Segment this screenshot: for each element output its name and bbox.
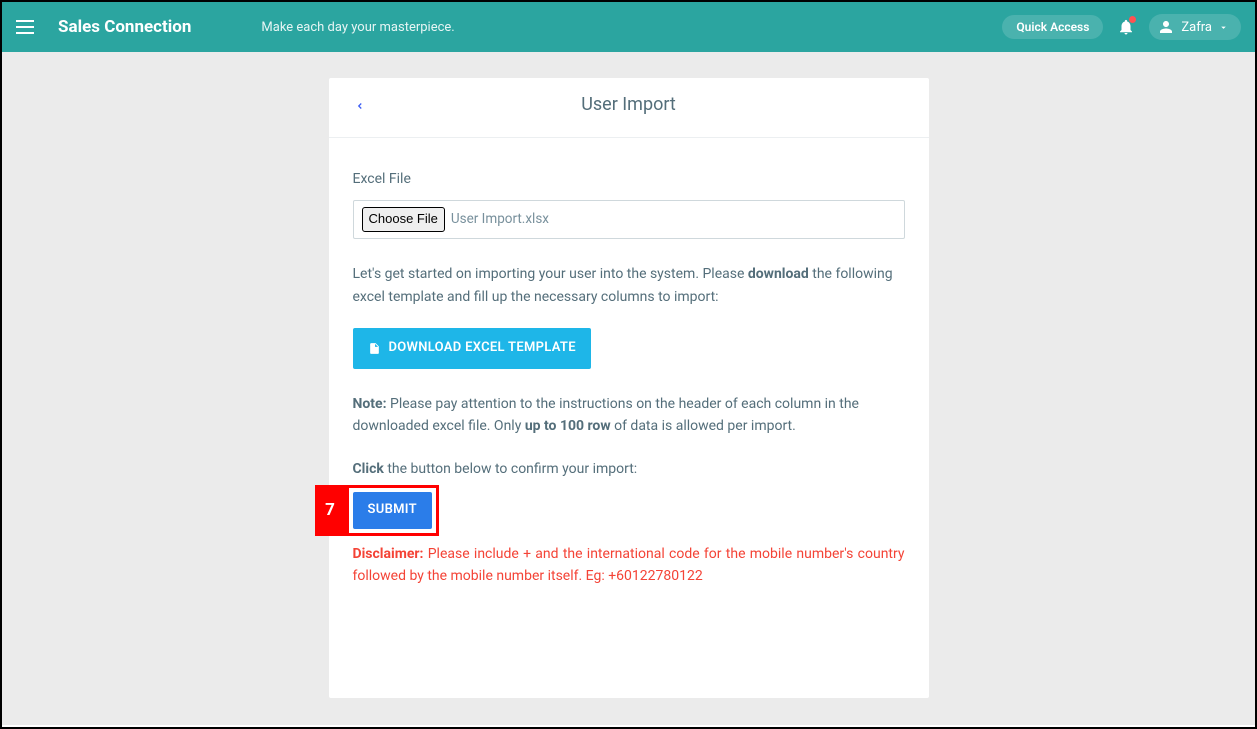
card-body: Excel File Choose File User Import.xlsx … bbox=[329, 138, 929, 608]
quick-access-button[interactable]: Quick Access bbox=[1002, 15, 1103, 39]
user-icon bbox=[1157, 18, 1175, 36]
back-button[interactable] bbox=[355, 98, 365, 118]
app-header: Sales Connection Make each day your mast… bbox=[2, 2, 1255, 52]
choose-file-button[interactable]: Choose File bbox=[362, 207, 445, 232]
user-name-label: Zafra bbox=[1181, 20, 1212, 35]
page-title: User Import bbox=[355, 94, 903, 115]
tagline-text: Make each day your masterpiece. bbox=[261, 20, 454, 35]
submit-callout: SUBMIT 7 bbox=[353, 492, 432, 529]
chevron-down-icon bbox=[1218, 22, 1229, 33]
file-input-row[interactable]: Choose File User Import.xlsx bbox=[353, 200, 905, 239]
content-area: User Import Excel File Choose File User … bbox=[2, 52, 1255, 725]
hamburger-menu-icon[interactable] bbox=[16, 15, 40, 39]
file-icon bbox=[368, 341, 381, 356]
excel-file-label: Excel File bbox=[353, 168, 905, 190]
note-text: Note: Please pay attention to the instru… bbox=[353, 393, 905, 438]
disclaimer-text: Disclaimer: Please include + and the int… bbox=[353, 543, 905, 588]
user-import-card: User Import Excel File Choose File User … bbox=[329, 78, 929, 698]
user-menu[interactable]: Zafra bbox=[1149, 14, 1241, 40]
chevron-left-icon bbox=[355, 98, 365, 114]
instructions-text: Let's get started on importing your user… bbox=[353, 263, 905, 308]
download-template-button[interactable]: DOWNLOAD EXCEL TEMPLATE bbox=[353, 328, 591, 369]
brand-title: Sales Connection bbox=[58, 17, 191, 37]
card-header: User Import bbox=[329, 78, 929, 138]
selected-file-name: User Import.xlsx bbox=[451, 209, 549, 231]
notifications-icon[interactable] bbox=[1117, 17, 1135, 37]
click-instruction: Click the button below to confirm your i… bbox=[353, 458, 905, 480]
callout-number: 7 bbox=[315, 485, 346, 536]
submit-button[interactable]: SUBMIT bbox=[353, 492, 432, 529]
